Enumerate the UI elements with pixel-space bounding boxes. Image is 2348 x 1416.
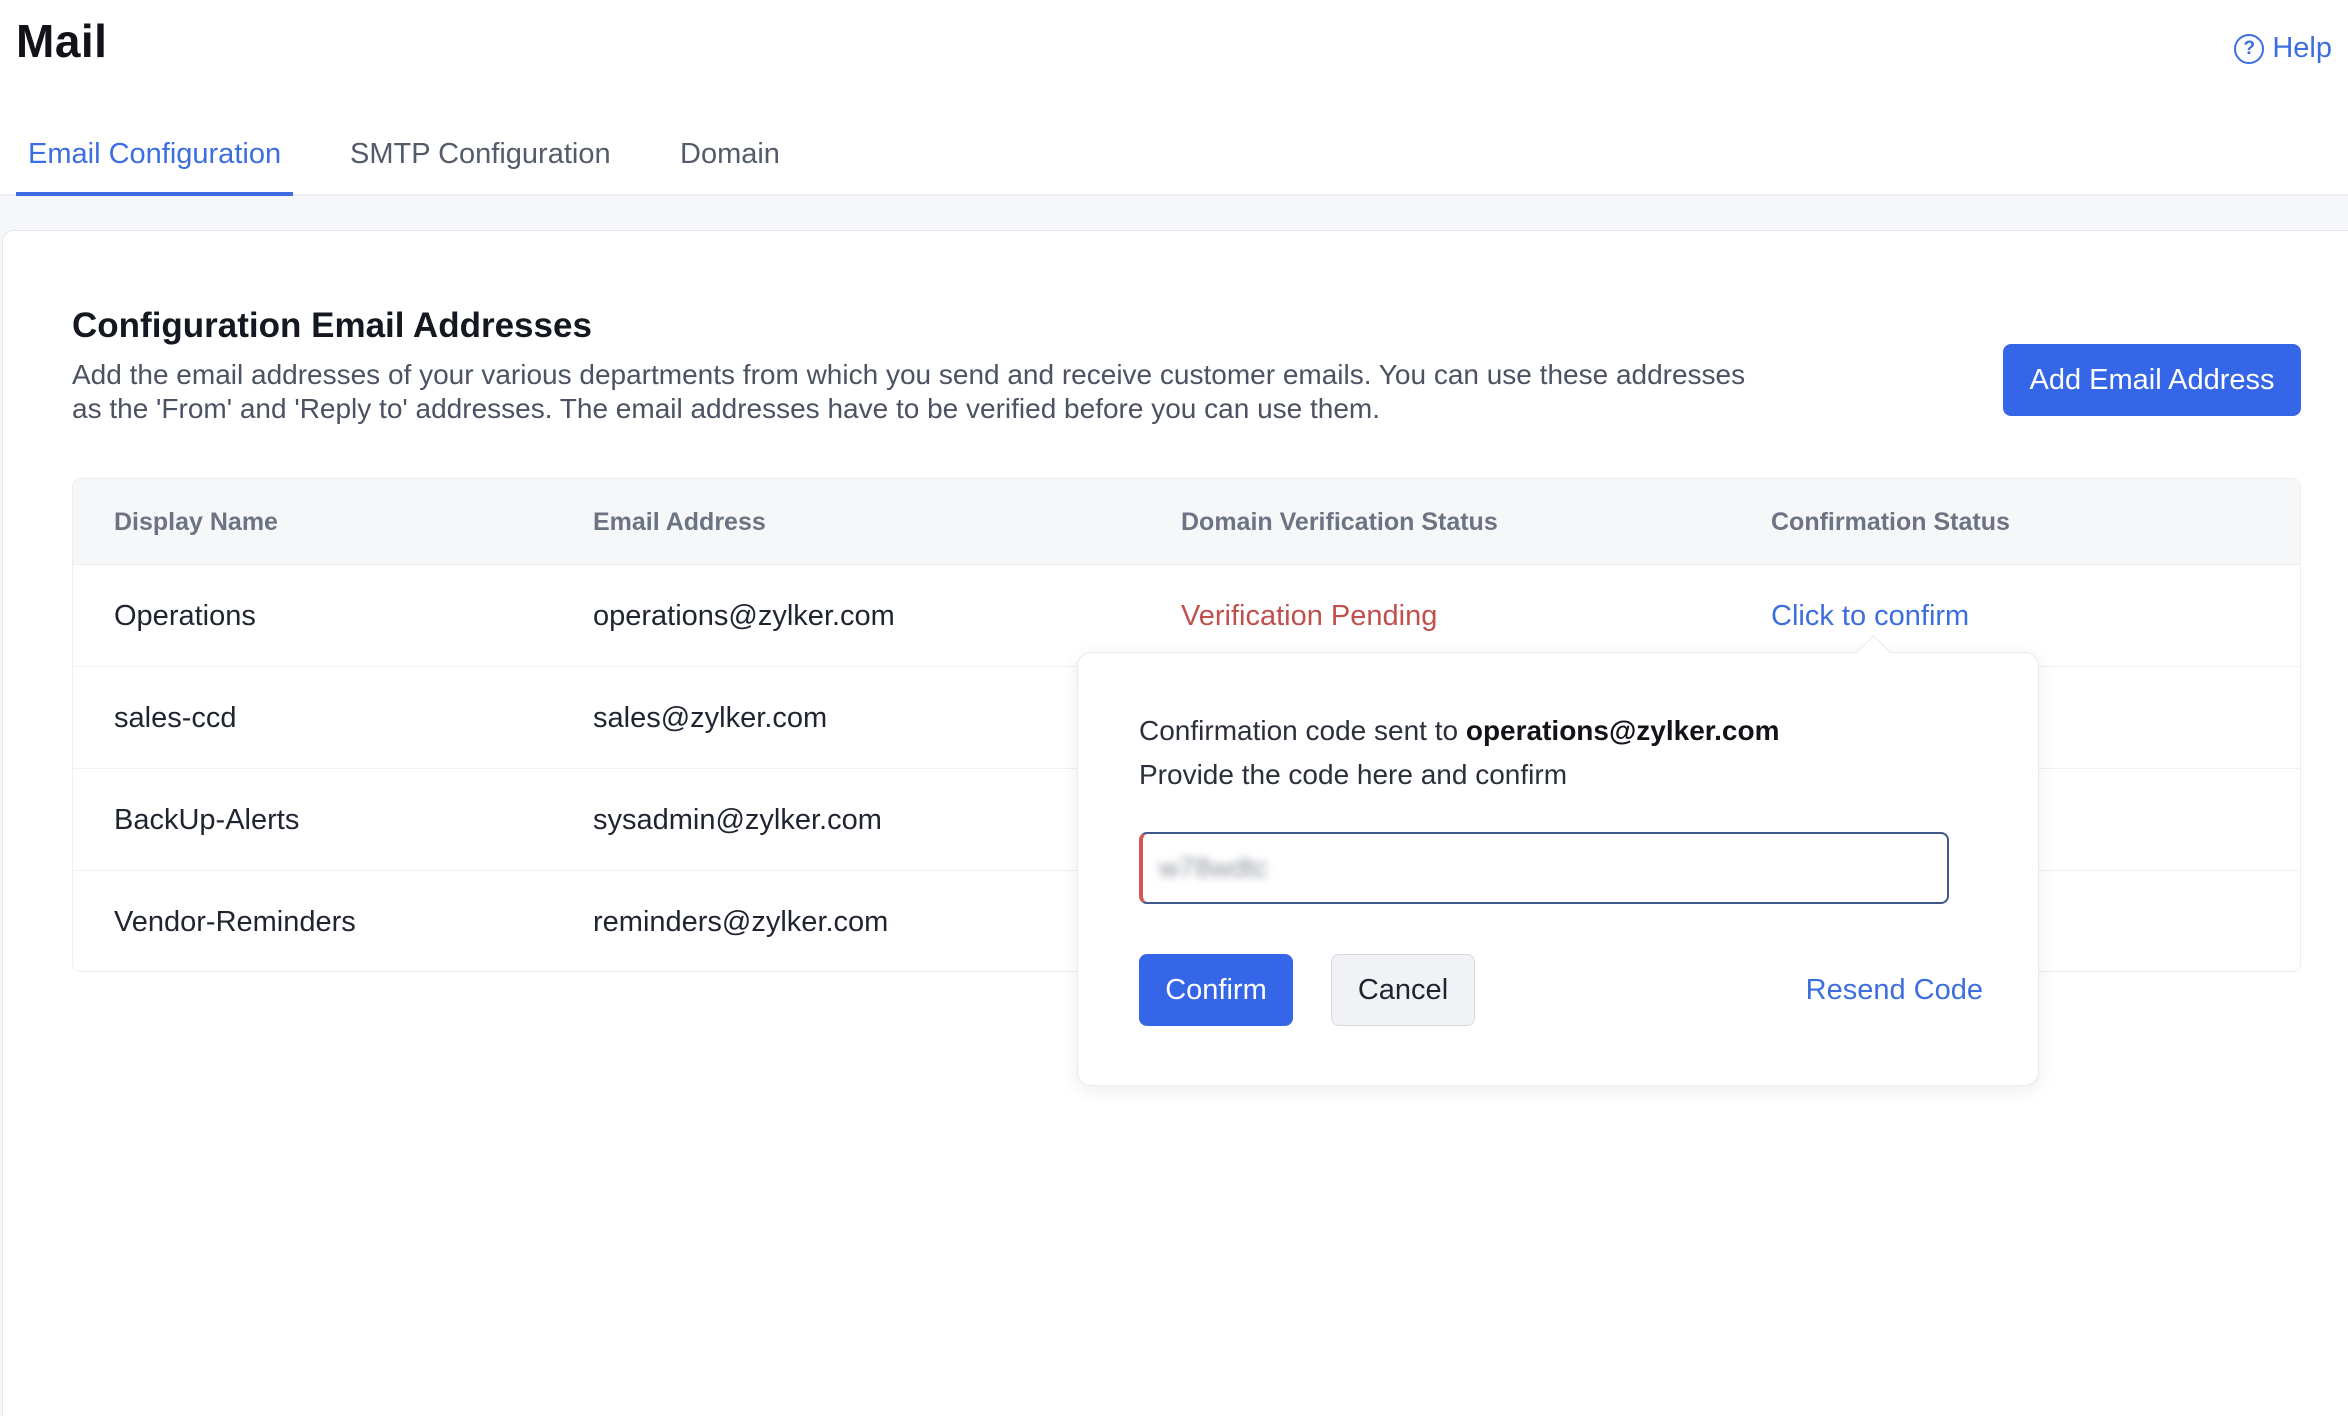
table-header: Display Name Email Address Domain Verifi… [73,479,2300,565]
confirmation-popover: Confirmation code sent to operations@zyl… [1077,634,2039,1086]
confirmation-instruction: Provide the code here and confirm [1139,759,1568,790]
tab-bar: Email Configuration SMTP Configuration D… [0,120,2348,196]
cell-display-name: sales-ccd [114,702,237,734]
cell-email: reminders@zylker.com [593,906,889,938]
tab-domain[interactable]: Domain [668,138,792,196]
help-icon: ? [2234,33,2265,64]
tab-email-configuration[interactable]: Email Configuration [16,138,294,196]
tab-smtp-configuration[interactable]: SMTP Configuration [338,138,623,196]
add-email-address-button[interactable]: Add Email Address [2003,344,2301,416]
help-label: Help [2272,32,2332,64]
confirmation-code-input[interactable] [1143,834,1947,902]
section-description: Add the email addresses of your various … [72,359,1746,424]
confirmation-sent-text: Confirmation code sent to operations@zyl… [1139,715,1779,747]
cell-email: sysadmin@zylker.com [593,804,882,836]
confirmation-code-field[interactable] [1139,832,1949,904]
cell-email: operations@zylker.com [593,600,895,632]
confirmation-sent-prefix: Confirmation code sent to [1139,715,1459,746]
cell-email: sales@zylker.com [593,702,828,734]
resend-code-link[interactable]: Resend Code [1806,954,1983,1026]
column-header-domain-verification-status: Domain Verification Status [1181,508,1498,536]
mail-settings-page: Mail ? Help Email Configuration SMTP Con… [0,0,2348,1416]
cancel-button[interactable]: Cancel [1331,954,1475,1026]
confirm-button[interactable]: Confirm [1139,954,1293,1026]
confirmation-email: operations@zylker.com [1465,715,1780,746]
column-header-confirmation-status: Confirmation Status [1771,508,2010,536]
cell-display-name: Operations [114,600,256,632]
cell-display-name: Vendor-Reminders [114,906,356,938]
column-header-display-name: Display Name [114,508,278,536]
help-link[interactable]: ? Help [2234,32,2332,65]
column-header-email-address: Email Address [593,508,766,536]
page-title: Mail [16,15,108,67]
cell-display-name: BackUp-Alerts [114,804,300,836]
section-title: Configuration Email Addresses [72,306,592,345]
